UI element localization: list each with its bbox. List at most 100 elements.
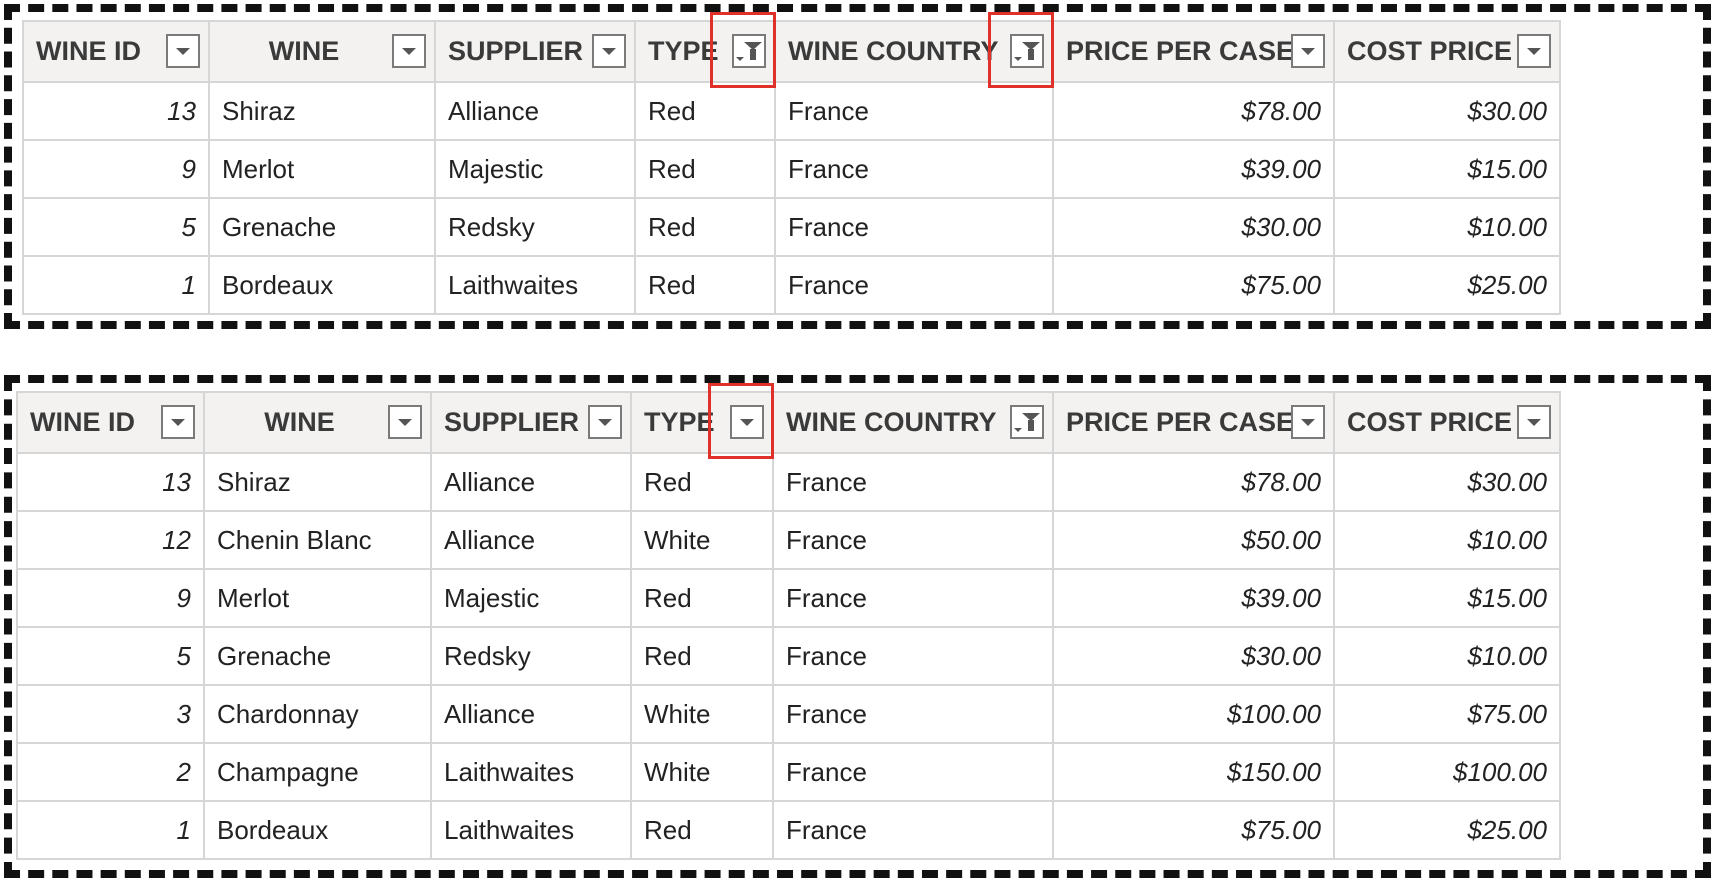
cell-price-per-case: $100.00 [1052,684,1335,744]
cell-type: Red [630,626,774,686]
table-row: 9 Merlot Majestic Red France $39.00 $15.00 [22,139,1561,199]
cell-supplier: Alliance [430,510,632,570]
dropdown-button[interactable] [1517,34,1551,68]
cell-wine: Shiraz [203,452,432,512]
chevron-down-icon [176,47,190,55]
cell-price-per-case: $30.00 [1052,197,1335,257]
dropdown-button[interactable] [592,34,626,68]
column-header-wine[interactable]: WINE [203,391,432,454]
dropdown-button[interactable] [166,34,200,68]
column-header-supplier[interactable]: SUPPLIER [430,391,632,454]
cell-wine: Bordeaux [208,255,436,315]
column-header-wine[interactable]: WINE [208,20,436,83]
column-header-label: PRICE PER CASE [1066,407,1295,437]
cell-price-per-case: $39.00 [1052,139,1335,199]
filter-funnel-icon [1014,410,1040,434]
cell-price-per-case: $75.00 [1052,800,1335,860]
header-row: WINE ID WINE SUPPLIER TYPE WINE COUNTRY PRICE… [22,20,1561,83]
cell-type: Red [634,255,776,315]
column-header-label: TYPE [644,407,715,437]
cell-type: Red [630,800,774,860]
highlight-box [988,12,1054,88]
chevron-down-icon [171,418,185,426]
cell-wine-id: 9 [22,139,210,199]
cell-cost-price: $25.00 [1333,255,1561,315]
top-table-grid: WINE ID WINE SUPPLIER TYPE WINE COUNTRY PRICE… [22,20,1561,315]
cell-type: Red [634,197,776,257]
cell-wine-country: France [772,626,1054,686]
cell-type: White [630,684,774,744]
cell-wine-country: France [772,684,1054,744]
chevron-down-icon [398,418,412,426]
top-table-panel: WINE ID WINE SUPPLIER TYPE WINE COUNTRY PRICE… [4,4,1711,329]
cell-wine: Champagne [203,742,432,802]
cell-cost-price: $10.00 [1333,197,1561,257]
cell-supplier: Alliance [430,684,632,744]
cell-wine-country: France [772,510,1054,570]
column-header-label: WINE ID [30,407,135,437]
cell-supplier: Laithwaites [430,742,632,802]
cell-price-per-case: $50.00 [1052,510,1335,570]
cell-supplier: Alliance [430,452,632,512]
cell-supplier: Laithwaites [434,255,636,315]
dropdown-button[interactable] [1517,405,1551,439]
column-header-wine-country[interactable]: WINE COUNTRY [772,391,1054,454]
dropdown-button[interactable] [392,34,426,68]
chevron-down-icon [1527,418,1541,426]
cell-price-per-case: $75.00 [1052,255,1335,315]
column-header-label: TYPE [648,36,719,66]
table-row: 5 Grenache Redsky Red France $30.00 $10.00 [22,197,1561,257]
dropdown-button[interactable] [388,405,422,439]
column-header-label: WINE COUNTRY [788,36,999,66]
dropdown-button[interactable] [588,405,622,439]
column-header-label: COST PRICE [1347,407,1513,437]
filter-applied-button[interactable] [1010,405,1044,439]
cell-wine: Shiraz [208,81,436,141]
dropdown-button[interactable] [1291,34,1325,68]
cell-wine: Merlot [203,568,432,628]
table-row: 12 Chenin Blanc Alliance White France $50.00 $… [16,510,1561,570]
cell-supplier: Majestic [434,139,636,199]
cell-wine: Merlot [208,139,436,199]
bottom-table-panel: WINE ID WINE SUPPLIER TYPE WINE COUNTRY PRICE… [4,375,1711,878]
column-header-label: SUPPLIER [444,407,580,437]
chevron-down-icon [602,47,616,55]
dropdown-button[interactable] [161,405,195,439]
cell-supplier: Redsky [434,197,636,257]
cell-wine-country: France [774,139,1054,199]
column-header-supplier[interactable]: SUPPLIER [434,20,636,83]
table-row: 13 Shiraz Alliance Red France $78.00 $30.00 [16,452,1561,512]
column-header-label: SUPPLIER [448,36,584,66]
dropdown-button[interactable] [1291,405,1325,439]
column-header-label: WINE ID [36,36,141,66]
column-header-cost-price[interactable]: COST PRICE [1333,20,1561,83]
cell-wine-id: 5 [22,197,210,257]
cell-wine-id: 9 [16,568,205,628]
chevron-down-icon [1301,47,1315,55]
column-header-cost-price[interactable]: COST PRICE [1333,391,1561,454]
cell-supplier: Majestic [430,568,632,628]
cell-cost-price: $25.00 [1333,800,1561,860]
column-header-wine-id[interactable]: WINE ID [22,20,210,83]
cell-price-per-case: $78.00 [1052,452,1335,512]
cell-wine: Grenache [208,197,436,257]
table-row: 2 Champagne Laithwaites White France $150.00 $… [16,742,1561,802]
cell-cost-price: $30.00 [1333,81,1561,141]
column-header-wine-id[interactable]: WINE ID [16,391,205,454]
cell-wine-country: France [772,800,1054,860]
table-row: 1 Bordeaux Laithwaites Red France $75.00 $25.0… [22,255,1561,315]
chevron-down-icon [598,418,612,426]
column-header-price-per-case[interactable]: PRICE PER CASE [1052,391,1335,454]
column-header-price-per-case[interactable]: PRICE PER CASE [1052,20,1335,83]
column-header-label: PRICE PER CASE [1066,36,1295,66]
cell-cost-price: $30.00 [1333,452,1561,512]
table-row: 1 Bordeaux Laithwaites Red France $75.00 $25.0… [16,800,1561,860]
cell-type: White [630,510,774,570]
cell-wine-country: France [774,81,1054,141]
column-header-label: WINE COUNTRY [786,407,997,437]
cell-type: Red [634,139,776,199]
cell-cost-price: $15.00 [1333,139,1561,199]
cell-price-per-case: $39.00 [1052,568,1335,628]
cell-wine-country: France [774,197,1054,257]
cell-wine-id: 13 [22,81,210,141]
